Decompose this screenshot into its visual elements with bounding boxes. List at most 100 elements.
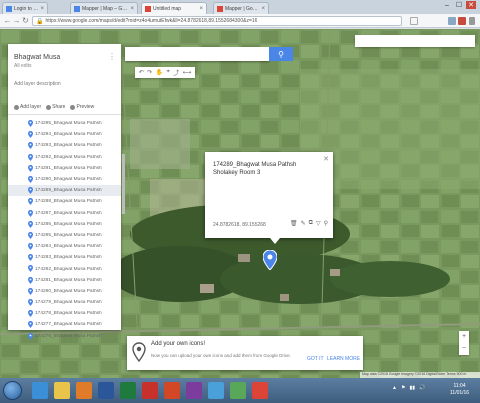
- address-bar[interactable]: 🔒 https://www.google.com/maps/d/edit?mid…: [32, 16, 402, 26]
- placemark-list-item[interactable]: 174276_Bhagwat Musa Pathsh: [8, 331, 121, 342]
- extension-red-icon[interactable]: [458, 17, 466, 25]
- learn-more-button[interactable]: LEARN MORE: [327, 356, 360, 362]
- measure-icon[interactable]: ⟷: [183, 69, 192, 76]
- network-icon[interactable]: ▮▮: [409, 385, 415, 391]
- edit-icon[interactable]: ✎: [301, 220, 306, 227]
- browser-tab-3[interactable]: Untitled map ×: [141, 2, 207, 14]
- placemark-list-item[interactable]: 174278_Bhagwat Musa Pathsh: [8, 308, 121, 319]
- style-icon[interactable]: ▽: [316, 220, 321, 227]
- tab-close-icon[interactable]: ×: [40, 6, 44, 12]
- add-layer-label: Add layer: [20, 104, 42, 110]
- placemark-list-item[interactable]: 174282_Bhagwat Musa Pathsh: [8, 263, 121, 274]
- chrome-icon[interactable]: [252, 382, 268, 399]
- placemark-list-item[interactable]: 174289_Bhagwat Musa Pathsh: [8, 185, 121, 197]
- placemark-list-item[interactable]: 174292_Bhagwat Musa Pathsh: [8, 152, 121, 163]
- add-marker-icon[interactable]: ⌖: [166, 69, 169, 76]
- photos-icon[interactable]: [230, 382, 246, 399]
- search-button[interactable]: ⚲: [269, 47, 293, 61]
- flag-icon[interactable]: ⚑: [401, 385, 405, 391]
- star-icon[interactable]: [410, 17, 418, 25]
- zoom-in-button[interactable]: +: [462, 333, 466, 341]
- sidebar-scrollbar[interactable]: [122, 154, 125, 214]
- close-icon[interactable]: ✕: [323, 155, 329, 163]
- tab-label: Untitled map: [153, 5, 182, 12]
- delete-icon[interactable]: 🗑: [290, 220, 298, 227]
- redo-icon[interactable]: ↷: [147, 69, 152, 76]
- layer-description[interactable]: Add layer description: [14, 81, 61, 87]
- placemark-list-item[interactable]: 174291_Bhagwat Musa Pathsh: [8, 163, 121, 174]
- placemark-label: 174293_Bhagwat Musa Pathsh: [35, 143, 102, 149]
- chrome-menu-icon[interactable]: [469, 17, 475, 25]
- placemark-list-item[interactable]: 174288_Bhagwat Musa Pathsh: [8, 196, 121, 207]
- map-pin-icon: [28, 276, 33, 284]
- map-pin-icon: [28, 265, 33, 273]
- placemark-label: 174291_Bhagwat Musa Pathsh: [35, 165, 102, 171]
- preview-button[interactable]: Preview: [70, 104, 94, 110]
- close-window-button[interactable]: ✕: [466, 1, 476, 9]
- photo-icon[interactable]: ⧉: [309, 220, 313, 227]
- placemark-list-item[interactable]: 174290_Bhagwat Musa Pathsh: [8, 174, 121, 185]
- map-account-control[interactable]: [355, 35, 475, 47]
- tab-close-icon[interactable]: ×: [261, 6, 265, 12]
- placemark-list-item[interactable]: 174286_Bhagwat Musa Pathsh: [8, 219, 121, 230]
- hand-icon[interactable]: ✋: [156, 69, 163, 76]
- placemark-label: 174286_Bhagwat Musa Pathsh: [35, 221, 102, 227]
- browser-tab-4[interactable]: Mapper | Google My M ×: [213, 2, 269, 14]
- start-button[interactable]: [3, 381, 22, 400]
- paint-icon[interactable]: [208, 382, 224, 399]
- add-layer-button[interactable]: Add layer: [14, 104, 41, 110]
- map-search-input[interactable]: [125, 47, 269, 61]
- onenote-icon[interactable]: [186, 382, 202, 399]
- pdf-icon[interactable]: [142, 382, 158, 399]
- placemark-label: 174278_Bhagwat Musa Pathsh: [35, 311, 102, 317]
- share-button[interactable]: Share: [46, 104, 65, 110]
- placemark-list-item[interactable]: 174277_Bhagwat Musa Pathsh: [8, 319, 121, 330]
- placemark-list-item[interactable]: 174287_Bhagwat Musa Pathsh: [8, 208, 121, 219]
- ie-icon[interactable]: [32, 382, 48, 399]
- placemark-label: 174281_Bhagwat Musa Pathsh: [35, 277, 102, 283]
- word-icon[interactable]: [98, 382, 114, 399]
- zoom-out-button[interactable]: −: [462, 345, 466, 353]
- placemark-label: 174280_Bhagwat Musa Pathsh: [35, 288, 102, 294]
- placemark-list-item[interactable]: 174279_Bhagwat Musa Pathsh: [8, 297, 121, 308]
- placemark-list-item[interactable]: 174294_Bhagwat Musa Pathsh: [8, 129, 121, 140]
- extension-icon[interactable]: [448, 17, 456, 25]
- lock-icon: 🔒: [36, 18, 44, 25]
- volume-icon[interactable]: 🔊: [419, 385, 425, 391]
- back-arrow-icon[interactable]: ←: [3, 16, 12, 25]
- placemark-list-item[interactable]: 174295_Bhagwat Musa Pathsh: [8, 118, 121, 129]
- placemark-label: 174290_Bhagwat Musa Pathsh: [35, 177, 102, 183]
- placemark-list-item[interactable]: 174283_Bhagwat Musa Pathsh: [8, 252, 121, 263]
- placemark-list-item[interactable]: 174285_Bhagwat Musa Pathsh: [8, 230, 121, 241]
- placemark-list-item[interactable]: 174280_Bhagwat Musa Pathsh: [8, 286, 121, 297]
- placemark-label: 174292_Bhagwat Musa Pathsh: [35, 154, 102, 160]
- maximize-button[interactable]: ☐: [454, 1, 464, 9]
- minimize-button[interactable]: –: [442, 1, 452, 9]
- excel-icon[interactable]: [120, 382, 136, 399]
- map-pin-icon: [28, 332, 33, 340]
- media-player-icon[interactable]: [76, 382, 92, 399]
- show-hidden-icons-icon[interactable]: ▲: [392, 385, 397, 391]
- tab-close-icon[interactable]: ×: [130, 6, 134, 12]
- preview-label: Preview: [76, 104, 95, 110]
- placemark-list-item[interactable]: 174284_Bhagwat Musa Pathsh: [8, 241, 121, 252]
- more-options-icon[interactable]: ⋮: [108, 52, 116, 61]
- placemark-list-item[interactable]: 174293_Bhagwat Musa Pathsh: [8, 140, 121, 151]
- placemark-list-item[interactable]: 174281_Bhagwat Musa Pathsh: [8, 275, 121, 286]
- forward-arrow-icon[interactable]: →: [12, 16, 21, 25]
- browser-tab-2[interactable]: Mapper | Map – Google My ×: [70, 2, 138, 14]
- powerpoint-icon[interactable]: [164, 382, 180, 399]
- map-pin-icon: [28, 142, 33, 150]
- tab-close-icon[interactable]: ×: [199, 6, 203, 12]
- explorer-icon[interactable]: [54, 382, 70, 399]
- got-it-button[interactable]: GOT IT: [307, 356, 324, 362]
- map-marker-icon[interactable]: [263, 250, 277, 270]
- taskbar-clock[interactable]: 11:04 11/01/16: [450, 383, 469, 397]
- map-title[interactable]: Bhagwat Musa: [14, 54, 60, 61]
- reload-icon[interactable]: ↻: [21, 16, 30, 25]
- directions-icon[interactable]: ⚲: [324, 220, 328, 227]
- undo-icon[interactable]: ↶: [139, 69, 144, 76]
- browser-tab-1[interactable]: Login to the hosting plan | Fi ×: [2, 2, 48, 14]
- draw-line-icon[interactable]: ⤴: [173, 68, 179, 77]
- info-window-tail: [270, 238, 280, 244]
